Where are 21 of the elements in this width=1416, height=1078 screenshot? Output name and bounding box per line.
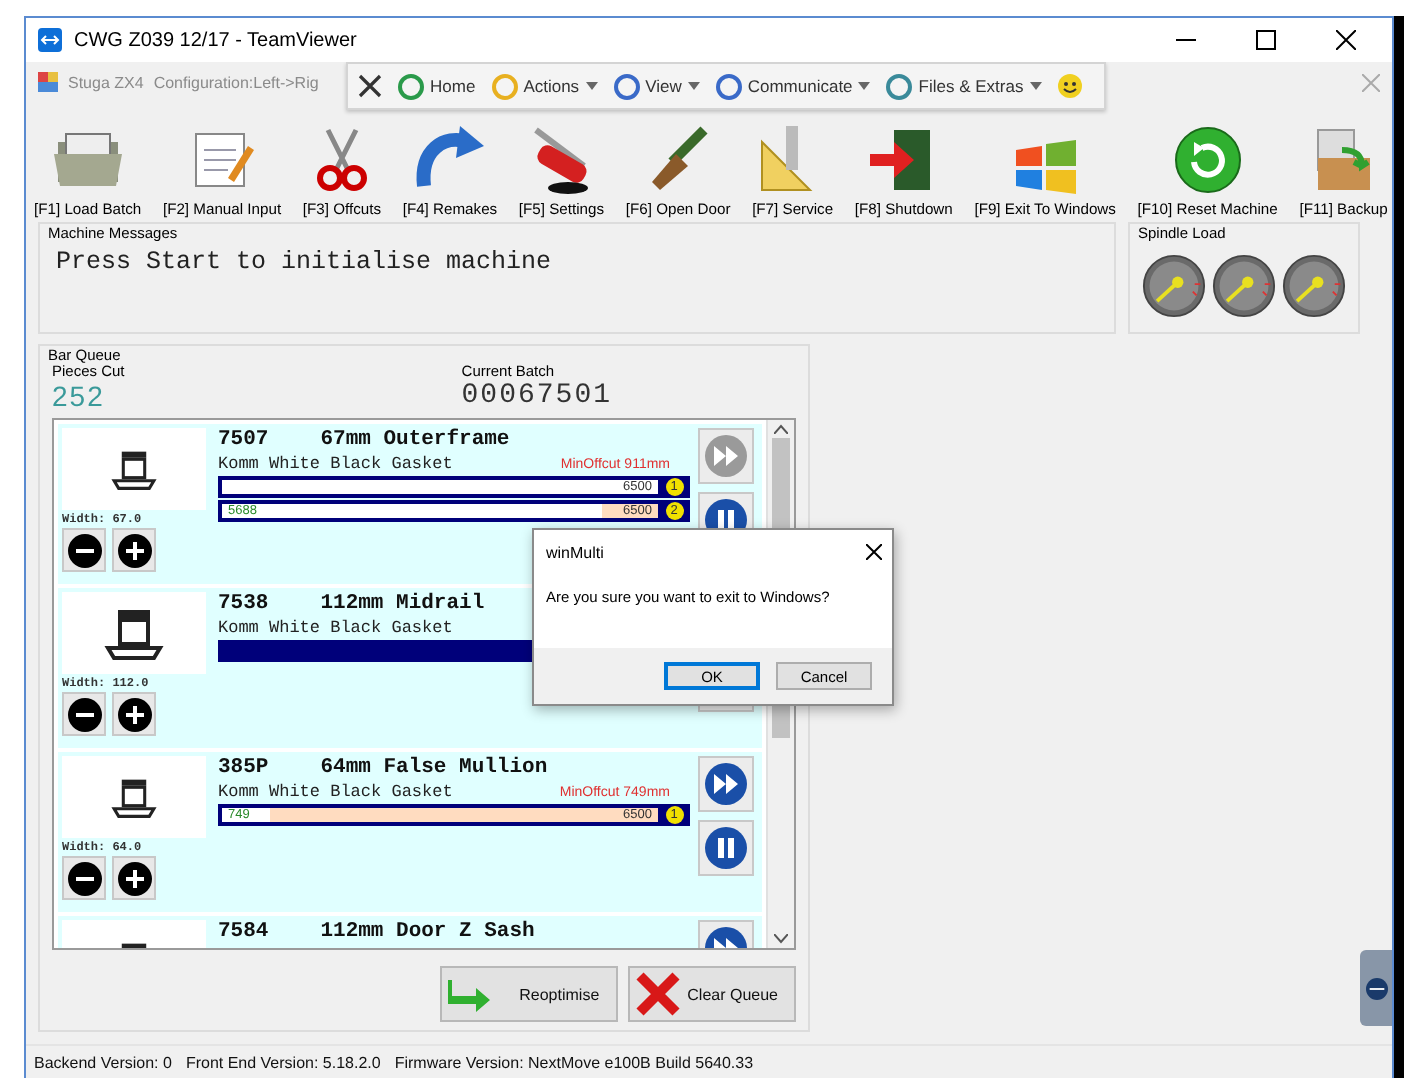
status-text: Firmware Version: NextMove e100B Build 5640.33 — [394, 1053, 754, 1071]
status-text: Front End Version: 5.18.2.0 — [185, 1053, 381, 1071]
profile-name: 67mm Outerframe — [320, 428, 510, 452]
material-label: Komm White Black Gasket — [218, 454, 453, 474]
dialog-title: winMulti — [546, 543, 604, 561]
configuration-label: Configuration:Left->Rig — [153, 73, 319, 91]
profile-name: 64mm False Mullion — [320, 756, 548, 780]
current-batch-value: 00067501 — [461, 380, 612, 412]
window-title: CWG Z039 12/17 - TeamViewer — [74, 29, 359, 51]
profile-name: 112mm Door Z Sash — [320, 920, 535, 944]
machine-message: Press Start to initialise machine — [54, 248, 554, 276]
material-label: Komm White Black Gasket — [218, 782, 453, 802]
pieces-cut-value: 252 — [52, 380, 107, 412]
machine-name: Stuga ZX4 — [68, 73, 144, 91]
profile-code: 385P — [218, 756, 269, 780]
profile-code: 7584 — [218, 920, 269, 944]
profile-code: 7538 — [218, 592, 269, 616]
profile-name: 112mm Midrail — [320, 592, 485, 616]
profile-code: 7507 — [218, 428, 269, 452]
material-label: Komm White Black Gasket — [218, 618, 453, 638]
status-text: Backend Version: 0 — [34, 1053, 172, 1071]
